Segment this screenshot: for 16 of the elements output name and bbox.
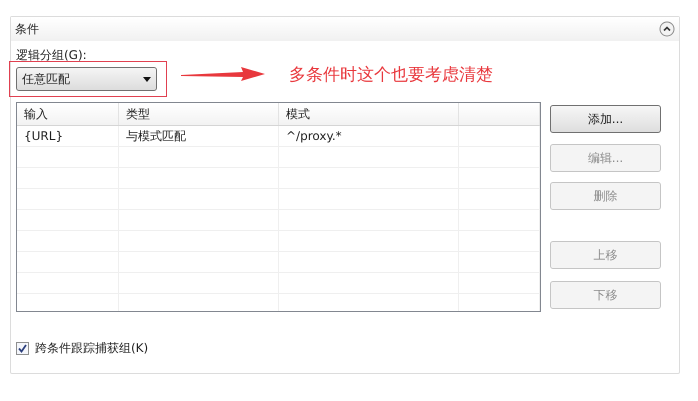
action-button[interactable]: 添加... <box>550 105 661 133</box>
annotation-note: 多条件时这个也要考虑清楚 <box>289 64 493 88</box>
column-header[interactable]: 类型 <box>126 105 150 123</box>
table-cell-text: {URL} <box>24 128 64 145</box>
table-cell-text: ^/proxy.* <box>286 128 342 145</box>
collapse-icon[interactable] <box>659 21 675 37</box>
checkbox[interactable] <box>16 342 29 354</box>
dropdown-caret-icon <box>143 76 151 82</box>
field-label: 逻辑分组(G): <box>16 47 88 63</box>
table-cell-text: 与模式匹配 <box>126 128 186 145</box>
panel-title: 条件 <box>15 21 39 38</box>
column-header[interactable]: 输入 <box>24 105 48 123</box>
column-header[interactable]: 模式 <box>286 105 310 123</box>
arrow-icon <box>181 67 265 81</box>
checkbox-label: 跨条件跟踪捕获组(K) <box>35 340 148 357</box>
logic-group-dropdown[interactable]: 任意匹配 <box>16 67 157 91</box>
